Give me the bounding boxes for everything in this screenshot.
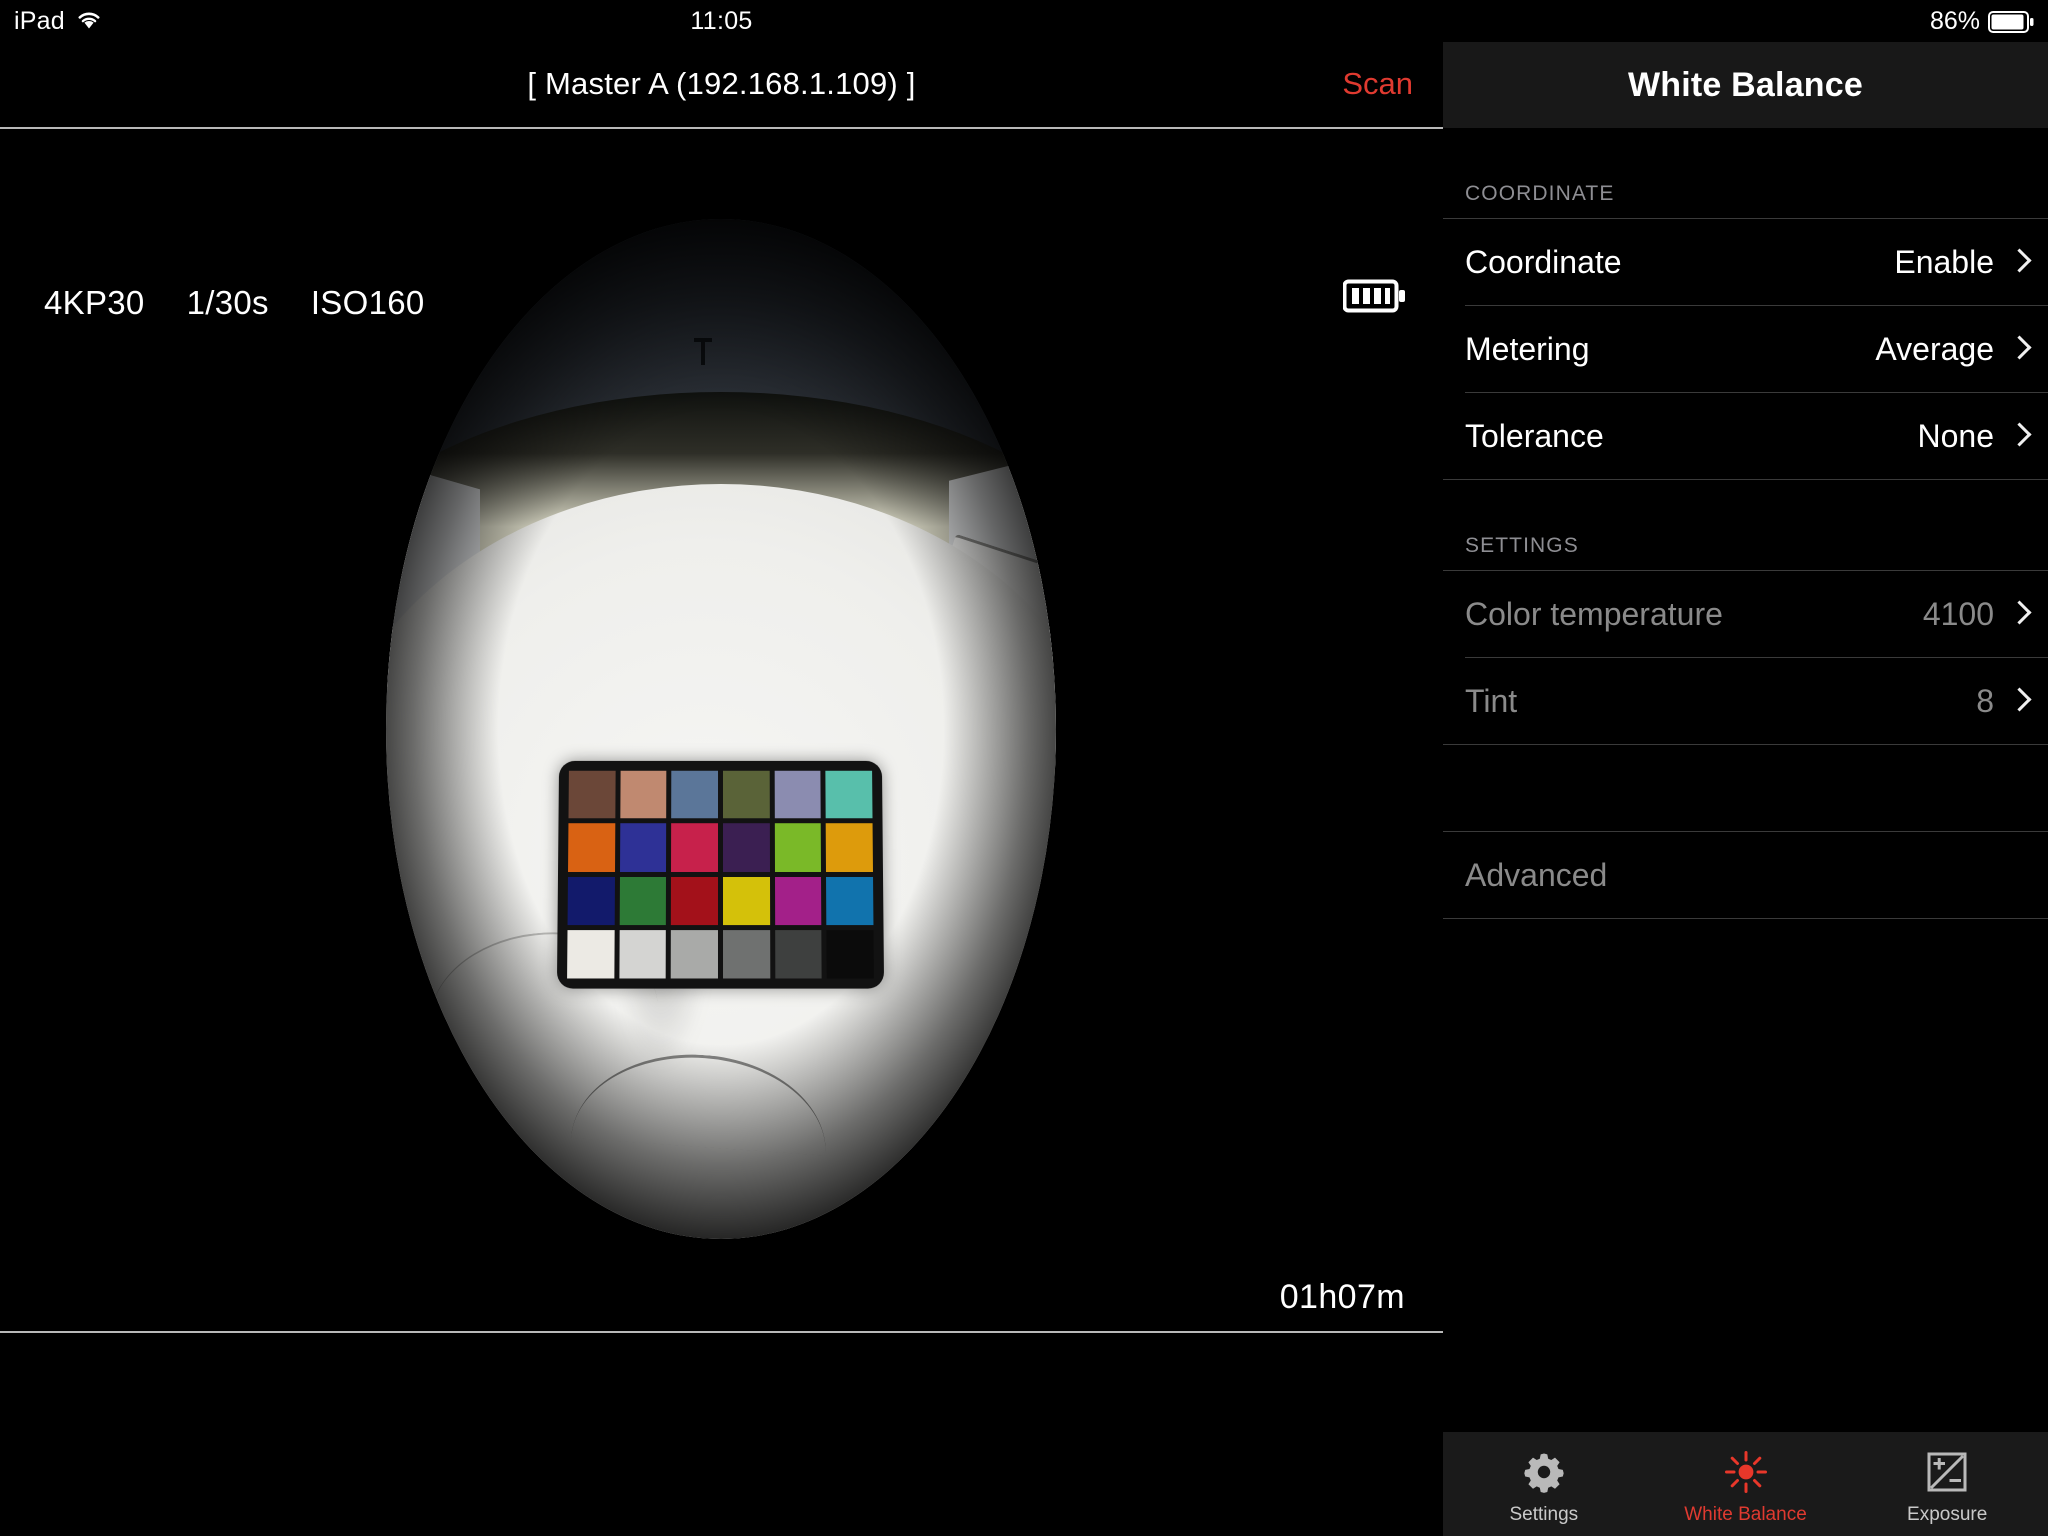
chevron-right-icon: [2010, 600, 2026, 628]
color-patch-18: [826, 876, 874, 925]
color-patch-19: [567, 929, 615, 979]
scan-button[interactable]: Scan: [1342, 42, 1413, 126]
tab-white-balance[interactable]: White Balance: [1645, 1432, 1847, 1536]
color-patch-4: [722, 770, 770, 819]
tab-exposure[interactable]: Exposure: [1846, 1432, 2048, 1536]
tab-settings[interactable]: Settings: [1443, 1432, 1645, 1536]
row-value: 4100: [1922, 595, 1994, 632]
color-patch-11: [774, 823, 822, 872]
settings-pane: 86% White Balance COORDINATE Coordinate …: [1443, 0, 2048, 1536]
color-patch-5: [774, 770, 822, 819]
panel-title: White Balance: [1628, 65, 1863, 104]
row-tint[interactable]: Tint 8: [1443, 658, 2048, 744]
bottom-tab-bar: Settings White Balance Exposure: [1443, 1432, 2048, 1536]
color-patch-24: [826, 929, 874, 979]
iso-label: ISO160: [310, 284, 425, 321]
panel-header: White Balance: [1443, 42, 2048, 128]
color-patch-23: [774, 929, 822, 979]
color-patch-10: [722, 823, 770, 872]
row-value: Enable: [1894, 243, 1994, 280]
color-patch-6: [825, 770, 873, 819]
tab-label: White Balance: [1684, 1503, 1807, 1525]
recording-timer: 01h07m: [1279, 1278, 1405, 1316]
fisheye-scene: [386, 219, 1056, 1239]
section-header-coordinate: COORDINATE: [1465, 182, 1615, 205]
row-label: Metering: [1465, 330, 1590, 367]
chevron-right-icon: [2010, 248, 2026, 276]
app-root: iPad 11:05 [ Master A (192.168.1.109) ] …: [0, 0, 2048, 1536]
color-patch-8: [619, 823, 667, 872]
row-advanced[interactable]: Advanced: [1443, 832, 2048, 918]
color-patch-21: [671, 929, 718, 979]
row-label: Tint: [1465, 682, 1518, 719]
battery-percent: 86%: [1929, 7, 1980, 35]
row-label: Advanced: [1465, 856, 1608, 893]
ios-status-bar: iPad 11:05: [0, 0, 1443, 42]
color-patch-1: [568, 770, 616, 819]
video-viewport[interactable]: 4KP30 1/30s ISO160 01h07m: [0, 129, 1443, 1331]
right-status-bar: 86%: [1443, 0, 2048, 42]
row-value: None: [1917, 417, 1995, 454]
rule: [1443, 918, 2048, 919]
shutter-label: 1/30s: [186, 284, 269, 321]
tab-label: Exposure: [1907, 1503, 1988, 1525]
color-patch-13: [567, 876, 615, 925]
panel-body: COORDINATE Coordinate Enable Metering Av…: [1443, 128, 2048, 1426]
row-value: 8: [1976, 682, 1994, 719]
color-patch-14: [619, 876, 667, 925]
section-header-settings: SETTINGS: [1465, 534, 1579, 557]
row-tolerance[interactable]: Tolerance None: [1443, 393, 2048, 479]
row-metering[interactable]: Metering Average: [1443, 306, 2048, 392]
row-label: Coordinate: [1465, 243, 1622, 280]
video-frame: 4KP30 1/30s ISO160 01h07m: [0, 129, 1443, 1331]
chevron-right-icon: [2010, 422, 2026, 450]
camera-controls: [0, 1333, 1443, 1536]
color-patch-22: [723, 929, 770, 979]
status-clock: 11:05: [690, 7, 753, 35]
exposure-icon: [1927, 1452, 1967, 1491]
color-patch-3: [671, 770, 719, 819]
chevron-right-icon: [2010, 335, 2026, 363]
camera-battery-icon: [1343, 279, 1405, 313]
color-patch-17: [774, 876, 822, 925]
row-spacer: [1443, 745, 2048, 831]
color-patch-9: [671, 823, 719, 872]
gear-icon: [1524, 1453, 1564, 1493]
tab-label: Settings: [1509, 1503, 1579, 1525]
resolution-label: 4KP30: [44, 284, 145, 321]
color-patch-7: [568, 823, 615, 872]
row-label: Tolerance: [1465, 417, 1604, 454]
master-title: [ Master A (192.168.1.109) ]: [527, 66, 916, 101]
color-patch-12: [826, 823, 873, 872]
color-patch-16: [723, 876, 770, 925]
color-checker-grid: [567, 770, 874, 979]
color-checker-chart: [556, 760, 885, 989]
color-patch-20: [619, 929, 667, 979]
sun-icon: [1724, 1450, 1767, 1493]
color-patch-2: [619, 770, 667, 819]
capture-info-overlay: 4KP30 1/30s ISO160: [44, 284, 425, 322]
camera-pane: iPad 11:05 [ Master A (192.168.1.109) ] …: [0, 0, 1443, 1536]
row-color-temperature[interactable]: Color temperature 4100: [1443, 571, 2048, 657]
app-top-bar: [ Master A (192.168.1.109) ] Scan: [0, 42, 1443, 126]
row-value: Average: [1875, 330, 1994, 367]
chevron-right-icon: [2010, 687, 2026, 715]
color-patch-15: [671, 876, 718, 925]
row-label: Color temperature: [1465, 595, 1723, 632]
row-coordinate[interactable]: Coordinate Enable: [1443, 219, 2048, 305]
battery-icon: [1988, 11, 2034, 33]
